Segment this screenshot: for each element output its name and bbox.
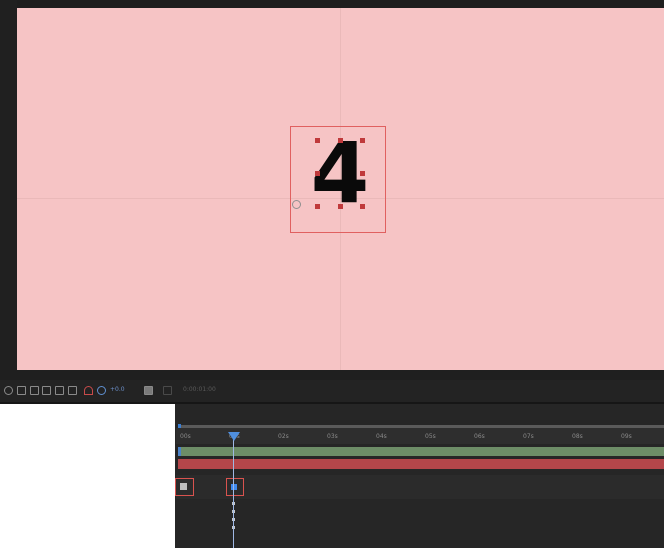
ruler-label: 08s <box>572 433 583 440</box>
transform-handle[interactable] <box>338 138 343 143</box>
viewer-toolbar <box>0 380 664 402</box>
channel-icon[interactable] <box>42 386 51 395</box>
snapshot-icon[interactable] <box>68 386 77 395</box>
transform-handle[interactable] <box>315 138 320 143</box>
keyframe-navigator-icon[interactable] <box>180 483 187 490</box>
current-timecode[interactable]: 0:00:01:00 <box>183 386 216 393</box>
viewer-bottom-border <box>0 370 664 380</box>
transform-handle[interactable] <box>360 204 365 209</box>
layer-in-point[interactable] <box>178 447 181 456</box>
ruler-label: 09s <box>621 433 632 440</box>
time-ruler[interactable] <box>176 428 664 444</box>
property-track[interactable] <box>176 475 664 499</box>
ruler-label: 07s <box>523 433 534 440</box>
exposure-value[interactable]: +0.0 <box>110 386 125 393</box>
ruler-label: 03s <box>327 433 338 440</box>
camera-icon[interactable] <box>144 386 153 395</box>
anchor-point-icon[interactable] <box>292 200 301 209</box>
transform-handle[interactable] <box>315 171 320 176</box>
playhead-icon[interactable] <box>228 432 240 441</box>
playhead-line[interactable] <box>233 436 234 548</box>
grid-icon[interactable] <box>4 386 13 395</box>
viewer-top-border <box>0 0 664 8</box>
layer-duration-bar[interactable] <box>178 447 664 456</box>
ruler-label: 05s <box>425 433 436 440</box>
exposure-icon[interactable] <box>97 386 106 395</box>
transform-handle[interactable] <box>338 204 343 209</box>
viewer-left-border <box>0 0 17 378</box>
transform-handle[interactable] <box>360 138 365 143</box>
mask-icon[interactable] <box>17 386 26 395</box>
ruler-label: 04s <box>376 433 387 440</box>
layer-panel <box>0 404 175 548</box>
transform-handle[interactable] <box>360 171 365 176</box>
display-icon[interactable] <box>55 386 64 395</box>
view-icon[interactable] <box>163 386 172 395</box>
ruler-label: 02s <box>278 433 289 440</box>
transform-handle[interactable] <box>315 204 320 209</box>
ruler-label: 00s <box>180 433 191 440</box>
ruler-label: 06s <box>474 433 485 440</box>
region-icon[interactable] <box>30 386 39 395</box>
keyframe-icon[interactable] <box>231 484 237 490</box>
layer-duration-bar-selected[interactable] <box>178 459 664 469</box>
color-icon[interactable] <box>84 386 93 395</box>
